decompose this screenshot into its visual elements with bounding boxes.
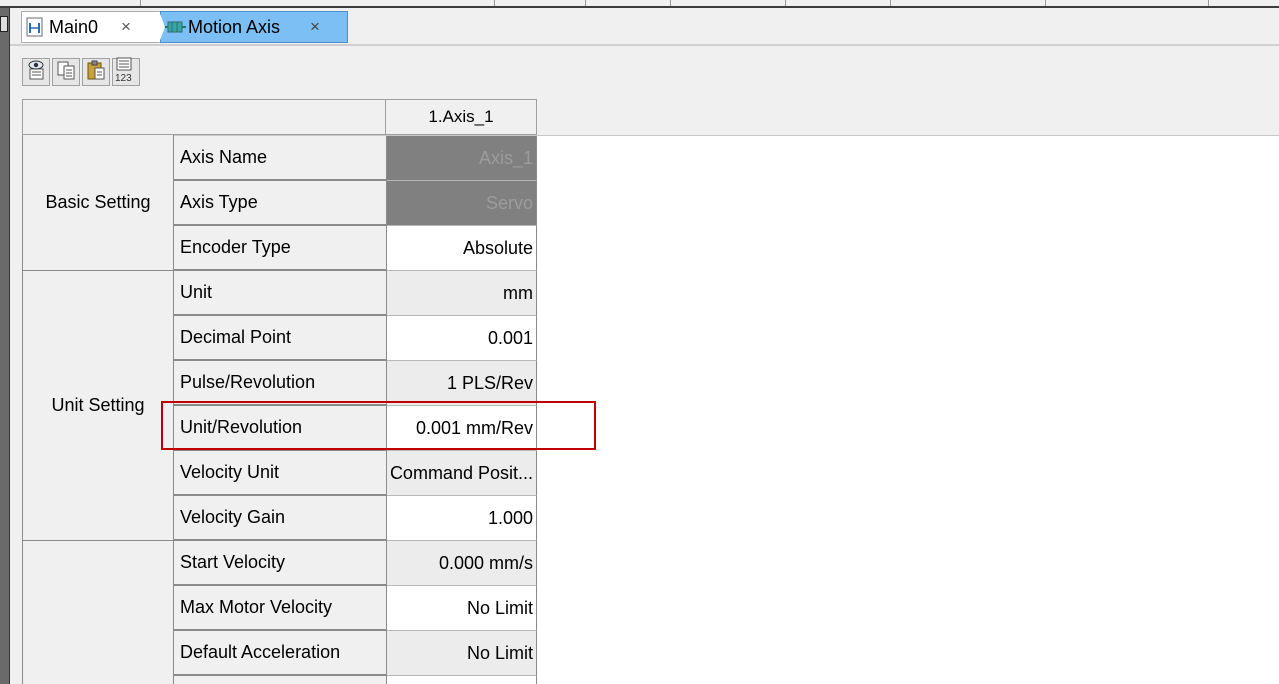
param-name: Velocity Gain	[174, 496, 387, 541]
param-name: Encoder Type	[174, 226, 387, 271]
param-name: Unit	[174, 271, 387, 316]
param-value[interactable]: 0.001 mm/Rev	[387, 406, 537, 451]
view-button[interactable]	[22, 58, 50, 86]
copy-button[interactable]	[52, 58, 80, 86]
menu-strip-cell	[495, 0, 586, 6]
axis-parameter-grid: 1.Axis_1 Basic Setting Unit Setting Axis…	[22, 99, 1279, 684]
group-unit-setting: Unit Setting	[22, 271, 174, 541]
view-icon	[25, 59, 47, 86]
menu-strip-cell	[0, 0, 141, 6]
param-value[interactable]: No Limit	[387, 631, 537, 676]
param-value: Servo	[387, 181, 537, 226]
param-name: Start Velocity	[174, 541, 387, 586]
numbering-icon-text: 123	[115, 73, 132, 83]
param-name: Unit/Revolution	[174, 406, 387, 451]
group-velocity-setting	[22, 541, 174, 684]
menu-strip-cell	[891, 0, 1046, 6]
close-icon[interactable]: ×	[121, 17, 131, 37]
motion-axis-icon	[164, 17, 186, 37]
tab-label: Motion Axis	[188, 16, 281, 37]
menu-strip-cell	[1046, 0, 1209, 6]
menu-strip-cell	[786, 0, 891, 6]
param-value[interactable]: mm	[387, 271, 537, 316]
paste-button[interactable]	[82, 58, 110, 86]
axis-column-header[interactable]: 1.Axis_1	[386, 99, 537, 135]
grid-toolbar: 123	[22, 57, 142, 88]
param-name: Max Motor Velocity	[174, 586, 387, 631]
tab-motion-axis[interactable]: Motion Axis ×	[159, 11, 348, 43]
numbering-button[interactable]: 123	[112, 57, 140, 88]
close-icon[interactable]: ×	[310, 17, 320, 37]
param-value[interactable]: 1 PLS/Rev	[387, 361, 537, 406]
left-panel-edge	[0, 8, 10, 684]
numbering-icon: 123	[114, 57, 138, 88]
menu-strip-cell	[586, 0, 671, 6]
param-value[interactable]: Absolute	[387, 226, 537, 271]
param-value: Axis_1	[387, 136, 537, 181]
param-value-partial[interactable]	[387, 676, 537, 684]
paste-icon	[85, 59, 107, 86]
param-name: Axis Name	[174, 136, 387, 181]
menu-strip-cell	[1209, 0, 1279, 6]
param-name-partial	[174, 676, 387, 684]
param-value[interactable]: 0.001	[387, 316, 537, 361]
param-value[interactable]: No Limit	[387, 586, 537, 631]
tab-main0[interactable]: Main0 ×	[21, 11, 161, 43]
param-value[interactable]: 1.000	[387, 496, 537, 541]
param-name: Velocity Unit	[174, 451, 387, 496]
panel-pin-icon[interactable]	[0, 16, 8, 32]
copy-icon	[55, 59, 77, 86]
menu-strip-cell	[141, 0, 495, 6]
param-value[interactable]: 0.000 mm/s	[387, 541, 537, 586]
param-value[interactable]: Command Posit...	[387, 451, 537, 496]
param-name: Axis Type	[174, 181, 387, 226]
grid-corner-cell	[22, 99, 386, 135]
group-basic-setting: Basic Setting	[22, 135, 174, 271]
menu-strip-cell	[671, 0, 786, 6]
document-tab-bar: Main0 × Motion Axis ×	[10, 8, 1279, 46]
ladder-program-icon	[25, 17, 47, 37]
top-menu-strip	[0, 0, 1279, 8]
param-name: Default Acceleration	[174, 631, 387, 676]
param-name: Pulse/Revolution	[174, 361, 387, 406]
tab-label: Main0	[49, 16, 99, 37]
param-name: Decimal Point	[174, 316, 387, 361]
